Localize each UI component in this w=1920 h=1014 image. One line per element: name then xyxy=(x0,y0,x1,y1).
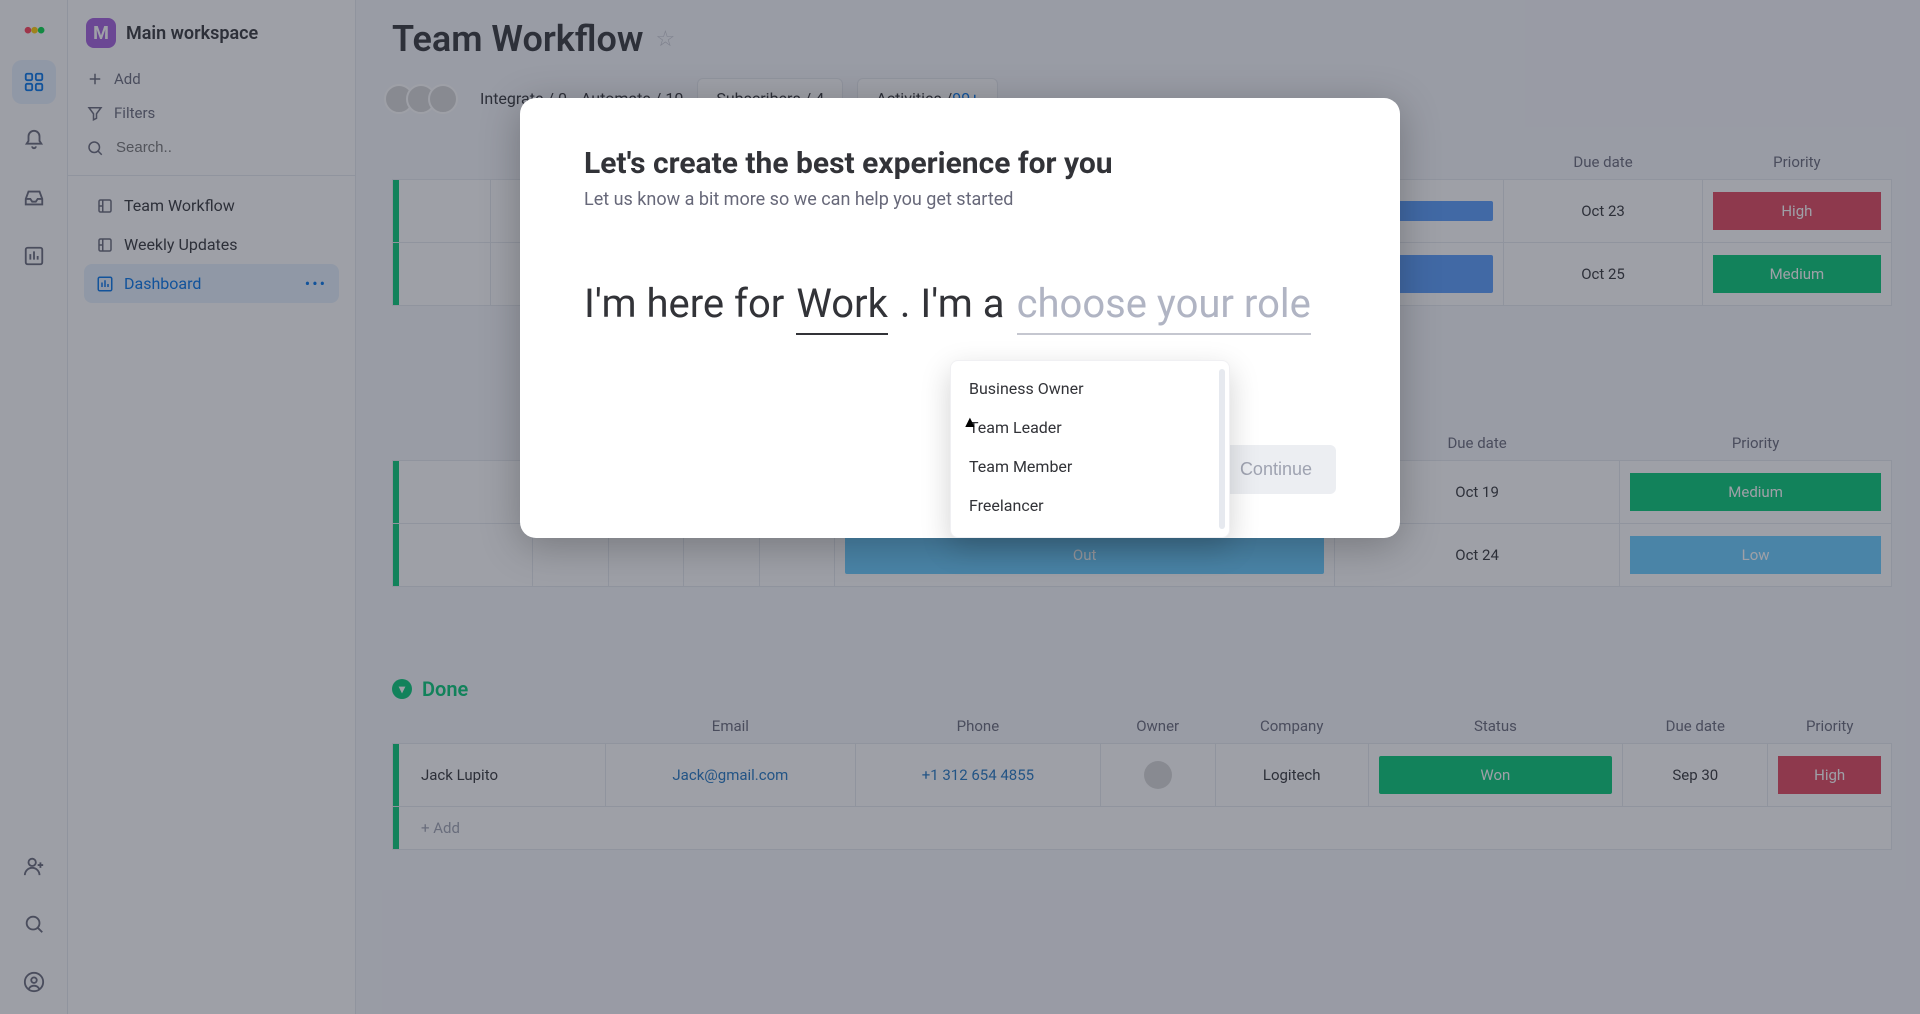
role-option[interactable]: Business Owner xyxy=(951,369,1229,408)
modal-scrim: Let's create the best experience for you… xyxy=(0,0,1920,1014)
role-option[interactable]: Team Member xyxy=(951,447,1229,486)
modal-subtitle: Let us know a bit more so we can help yo… xyxy=(584,189,1336,210)
dropdown-scrollbar[interactable] xyxy=(1219,369,1225,529)
sentence-mid: . I'm a xyxy=(900,280,1005,327)
role-dropdown: Business Owner Team Leader Team Member F… xyxy=(950,360,1230,538)
modal-title: Let's create the best experience for you xyxy=(584,146,1336,181)
role-option[interactable]: Team Leader xyxy=(951,408,1229,447)
role-option[interactable]: Freelancer xyxy=(951,486,1229,525)
sentence-prefix: I'm here for xyxy=(584,280,784,327)
onboarding-modal: Let's create the best experience for you… xyxy=(520,98,1400,538)
role-option[interactable]: Director / C-Level / VP xyxy=(951,525,1229,538)
role-select-placeholder[interactable]: choose your role xyxy=(1017,280,1311,335)
onboarding-sentence: I'm here for Work . I'm a choose your ro… xyxy=(584,280,1336,335)
continue-button[interactable]: Continue xyxy=(1216,445,1336,494)
sentence-purpose[interactable]: Work xyxy=(796,280,888,335)
